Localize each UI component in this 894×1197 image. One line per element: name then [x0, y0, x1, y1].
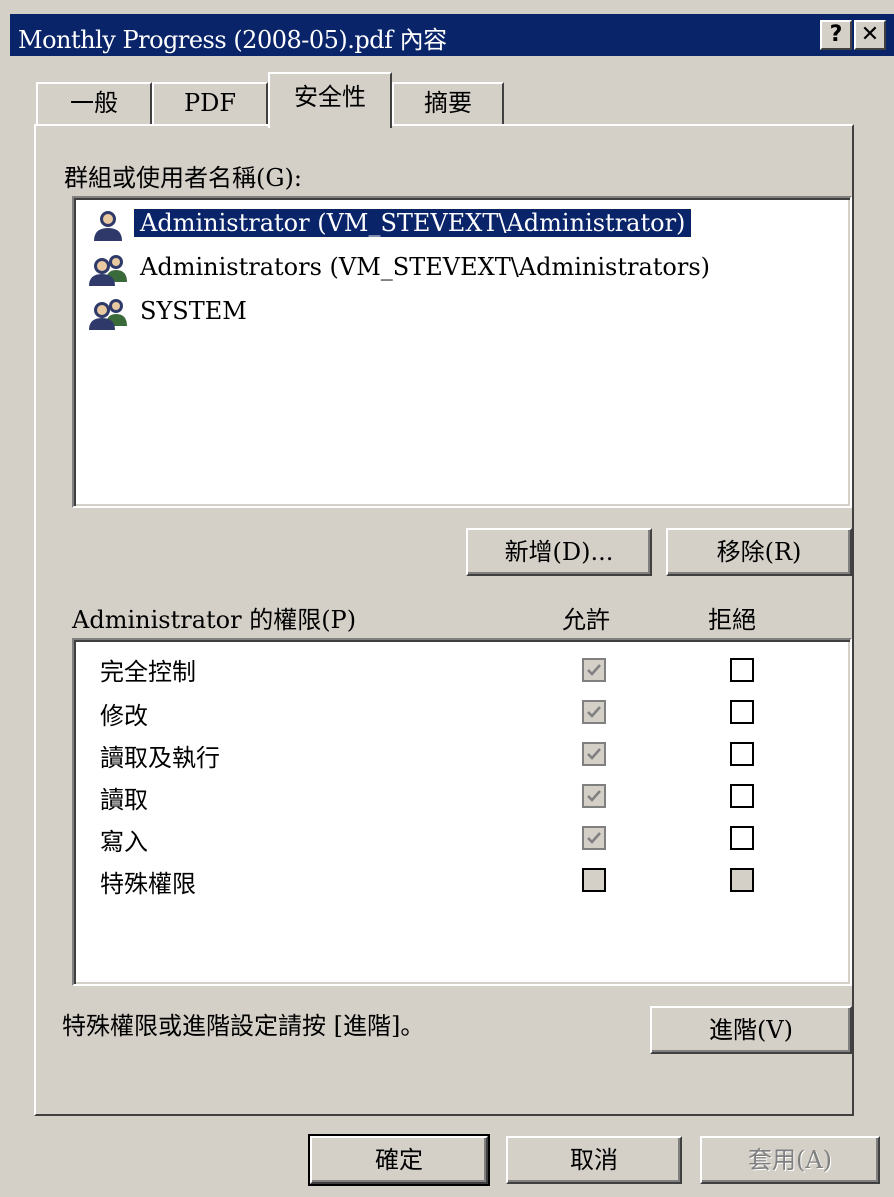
window-title: Monthly Progress (2008-05).pdf 內容: [18, 26, 447, 54]
apply-button[interactable]: 套用(A): [700, 1136, 880, 1184]
user-icon: [94, 211, 122, 241]
title-bar[interactable]: Monthly Progress (2008-05).pdf 內容 ? ✕: [10, 14, 894, 56]
permission-name: 讀取: [100, 786, 148, 814]
tab-general[interactable]: 一般: [36, 82, 152, 124]
checkmark-icon: [587, 748, 601, 760]
tab-general-label: 一般: [70, 89, 118, 117]
close-button[interactable]: ✕: [854, 20, 886, 50]
user-name: Administrator (VM_STEVEXT\Administrator): [132, 208, 693, 238]
permission-name: 特殊權限: [100, 870, 196, 898]
ok-button[interactable]: 確定: [308, 1134, 490, 1186]
cancel-button[interactable]: 取消: [506, 1136, 682, 1184]
tab-summary[interactable]: 摘要: [392, 82, 504, 124]
list-item[interactable]: SYSTEM: [86, 294, 846, 332]
user-name: SYSTEM: [140, 297, 247, 325]
deny-checkbox[interactable]: [730, 868, 754, 892]
allow-checkbox[interactable]: [582, 658, 606, 682]
help-button[interactable]: ?: [820, 20, 852, 50]
tab-pdf[interactable]: PDF: [152, 82, 268, 124]
deny-checkbox[interactable]: [730, 700, 754, 724]
remove-button[interactable]: 移除(R): [666, 528, 852, 576]
permission-name: 讀取及執行: [100, 744, 220, 772]
deny-checkbox[interactable]: [730, 742, 754, 766]
tab-pdf-label: PDF: [183, 89, 237, 117]
permissions-label: Administrator 的權限(P): [72, 606, 357, 634]
tab-security[interactable]: 安全性: [268, 72, 392, 128]
allow-checkbox[interactable]: [582, 784, 606, 808]
deny-checkbox[interactable]: [730, 826, 754, 850]
group-icon: [89, 299, 127, 330]
permission-name: 寫入: [100, 828, 148, 856]
checkmark-icon: [587, 790, 601, 802]
permission-name: 修改: [100, 702, 148, 730]
permission-name: 完全控制: [100, 658, 196, 686]
security-tab-panel: 群組或使用者名稱(G): Administrator (VM_STEVEXT\A…: [34, 124, 854, 1116]
deny-checkbox[interactable]: [730, 784, 754, 808]
deny-header: 拒絕: [708, 606, 756, 634]
checkmark-icon: [587, 832, 601, 844]
allow-checkbox[interactable]: [582, 868, 606, 892]
group-icon: [89, 255, 127, 286]
users-label: 群組或使用者名稱(G):: [64, 164, 302, 192]
checkmark-icon: [587, 706, 601, 718]
advanced-button[interactable]: 進階(V): [650, 1006, 852, 1054]
checkmark-icon: [587, 664, 601, 676]
allow-checkbox[interactable]: [582, 700, 606, 724]
allow-checkbox[interactable]: [582, 742, 606, 766]
tab-summary-label: 摘要: [424, 89, 472, 117]
permissions-listbox[interactable]: 完全控制 修改 讀取及執行 讀取 寫入 特殊權限: [72, 638, 852, 986]
user-name: Administrators (VM_STEVEXT\Administrator…: [140, 253, 711, 281]
deny-checkbox[interactable]: [730, 658, 754, 682]
allow-header: 允許: [562, 606, 610, 634]
add-button[interactable]: 新增(D)...: [466, 528, 652, 576]
list-item[interactable]: Administrators (VM_STEVEXT\Administrator…: [86, 250, 846, 288]
allow-checkbox[interactable]: [582, 826, 606, 850]
tab-security-label: 安全性: [294, 83, 366, 111]
list-item[interactable]: Administrator (VM_STEVEXT\Administrator): [86, 206, 846, 244]
advanced-hint: 特殊權限或進階設定請按 [進階]。: [62, 1012, 425, 1040]
users-listbox[interactable]: Administrator (VM_STEVEXT\Administrator)…: [72, 196, 852, 508]
